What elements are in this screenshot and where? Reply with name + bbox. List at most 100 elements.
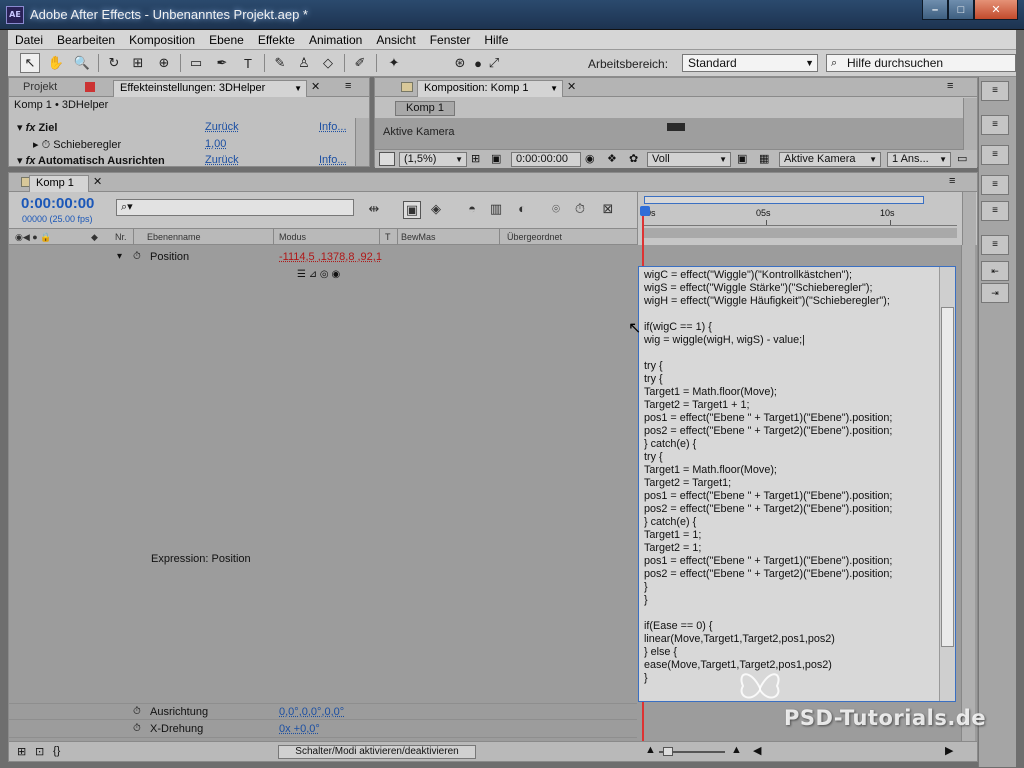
scroll-thumb[interactable]: [941, 307, 954, 647]
playhead-icon[interactable]: [640, 206, 650, 216]
tab-project[interactable]: Projekt: [17, 80, 63, 97]
menu-ebene[interactable]: Ebene: [202, 33, 251, 47]
transparency-grid-icon[interactable]: ▦: [759, 152, 769, 165]
current-time-display[interactable]: 0:00:00:00: [21, 195, 94, 212]
stopwatch-icon[interactable]: ⏱: [133, 251, 141, 262]
region-of-interest-icon[interactable]: ▣: [737, 152, 747, 165]
col-parent[interactable]: Übergeordnet: [507, 232, 562, 242]
comp-scrollbar[interactable]: [963, 98, 977, 150]
av-features-icon[interactable]: ◉◀ ● 🔒: [15, 232, 51, 243]
draft-3d-icon[interactable]: ◈: [427, 201, 445, 219]
expression-line[interactable]: try {: [644, 451, 936, 464]
mask-visibility-icon[interactable]: ▣: [491, 152, 507, 166]
label-icon[interactable]: ◆: [91, 232, 98, 243]
reset-link[interactable]: Zurück: [205, 154, 239, 166]
expression-line[interactable]: } else {: [644, 646, 936, 659]
zoom-in-icon[interactable]: ▲: [731, 744, 742, 756]
maximize-button[interactable]: □: [948, 0, 974, 20]
expression-line[interactable]: ease(Move,Target1,Target2,pos1,pos2): [644, 659, 936, 672]
timeline-scrollbar[interactable]: [961, 245, 975, 741]
view-layout-select[interactable]: 1 Ans... ▼: [887, 152, 951, 167]
menu-hilfe[interactable]: Hilfe: [477, 33, 515, 47]
pen-tool-icon[interactable]: ✒: [212, 53, 232, 73]
expression-line[interactable]: pos2 = effect("Ebene " + Target2)("Ebene…: [644, 503, 936, 516]
effects-presets-icon[interactable]: ≡: [981, 175, 1009, 195]
x-rotation-value[interactable]: 0x +0,0°: [279, 723, 320, 735]
panel-menu-icon[interactable]: ≡: [947, 80, 953, 92]
expression-line[interactable]: linear(Move,Target1,Target2,pos1,pos2): [644, 633, 936, 646]
menu-animation[interactable]: Animation: [302, 33, 369, 47]
motion-blur-icon[interactable]: ◐: [513, 201, 531, 219]
snapshot-icon[interactable]: ◉: [585, 152, 595, 165]
tab-timeline-comp[interactable]: Komp 1: [29, 175, 89, 192]
preview-panel-icon[interactable]: ≡: [981, 145, 1009, 165]
toggle-pixel-aspect-icon[interactable]: ▭: [957, 152, 967, 165]
expression-text[interactable]: wigC = effect("Wiggle")("Kontrollkästche…: [644, 269, 936, 685]
ruler-ticks[interactable]: 0s 05s 10s: [642, 206, 957, 226]
expression-line[interactable]: wigC = effect("Wiggle")("Kontrollkästche…: [644, 269, 936, 282]
expression-line[interactable]: wigH = effect("Wiggle Häufigkeit")("Schi…: [644, 295, 936, 308]
text-tool-icon[interactable]: T: [238, 53, 258, 73]
expression-line[interactable]: }: [644, 594, 936, 607]
expand-in-out-icon[interactable]: {}: [53, 745, 60, 757]
clone-stamp-tool-icon[interactable]: ♙: [294, 53, 314, 73]
roto-brush-tool-icon[interactable]: ✐: [350, 53, 370, 73]
paragraph-panel-icon[interactable]: ≡: [981, 235, 1009, 255]
position-value[interactable]: -1114,5 ,1378,8 ,92,1: [279, 251, 382, 263]
expression-pickwhip-icon[interactable]: ◎: [320, 269, 329, 280]
scroll-right-icon[interactable]: ▶: [945, 744, 953, 757]
menu-ansicht[interactable]: Ansicht: [369, 33, 422, 47]
info-link[interactable]: Info...: [319, 121, 347, 133]
expression-line[interactable]: Target2 = 1;: [644, 542, 936, 555]
col-nr[interactable]: Nr.: [115, 232, 127, 242]
puppet-pin-tool-icon[interactable]: ✦: [384, 53, 404, 73]
expression-line[interactable]: [644, 308, 936, 321]
brush-tool-icon[interactable]: ✎: [270, 53, 290, 73]
expression-line[interactable]: pos1 = effect("Ebene " + Target1)("Ebene…: [644, 412, 936, 425]
expression-line[interactable]: Target1 = Math.floor(Move);: [644, 464, 936, 477]
audio-panel-icon[interactable]: ≡: [981, 115, 1009, 135]
time-navigator[interactable]: [644, 196, 924, 204]
expression-line[interactable]: Target1 = Math.floor(Move);: [644, 386, 936, 399]
expression-line[interactable]: wigS = effect("Wiggle Stärke")("Schieber…: [644, 282, 936, 295]
always-preview-icon[interactable]: [379, 152, 395, 166]
comp-mini-flowchart-icon[interactable]: ⇹: [365, 201, 383, 219]
workspace-select[interactable]: Standard ▼: [682, 54, 818, 72]
ruler-scrollbar[interactable]: [962, 192, 976, 245]
hand-tool-icon[interactable]: ✋: [46, 53, 66, 73]
expression-line[interactable]: pos2 = effect("Ebene " + Target2)("Ebene…: [644, 568, 936, 581]
expression-line[interactable]: if(wigC == 1) {: [644, 321, 936, 334]
orientation-row[interactable]: ⏱ Ausrichtung 0,0°,0,0°,0,0°: [9, 703, 637, 720]
timeline-search-input[interactable]: ⌕▾: [116, 199, 354, 216]
reset-link[interactable]: Zurück: [205, 121, 239, 133]
work-area-bar[interactable]: [642, 228, 957, 238]
expression-line[interactable]: }: [644, 581, 936, 594]
zoom-slider-thumb[interactable]: [663, 747, 673, 756]
eraser-tool-icon[interactable]: ◇: [318, 53, 338, 73]
selection-tool-icon[interactable]: ↖: [20, 53, 40, 73]
expression-language-menu-icon[interactable]: ◉: [331, 269, 340, 280]
tab-composition[interactable]: Komposition: Komp 1 ▼: [417, 80, 563, 97]
camera-select[interactable]: Aktive Kamera ▼: [779, 152, 881, 167]
expression-line[interactable]: pos1 = effect("Ebene " + Target1)("Ebene…: [644, 555, 936, 568]
expression-line[interactable]: if(Ease == 0) {: [644, 620, 936, 633]
info-panel-icon[interactable]: ≡: [981, 81, 1009, 101]
close-button[interactable]: ✕: [974, 0, 1018, 20]
twirl-down-icon[interactable]: ▾: [117, 251, 122, 262]
help-search-input[interactable]: ⌕ Hilfe durchsuchen: [826, 54, 1016, 72]
expression-line[interactable]: try {: [644, 373, 936, 386]
rotate-tool-icon[interactable]: ↻: [104, 53, 124, 73]
rectangle-tool-icon[interactable]: ▭: [186, 53, 206, 73]
effect-scrollbar[interactable]: [355, 118, 369, 166]
expression-graph-icon[interactable]: ⊿: [309, 269, 317, 280]
view-axis-icon[interactable]: ⤢: [484, 53, 504, 73]
col-trkmat[interactable]: BewMas: [401, 232, 436, 242]
col-t[interactable]: T: [385, 232, 391, 242]
close-icon[interactable]: ✕: [311, 80, 320, 93]
expression-line[interactable]: Target2 = Target1 + 1;: [644, 399, 936, 412]
indent-left-icon[interactable]: ⇤: [981, 261, 1009, 281]
expression-editor[interactable]: wigC = effect("Wiggle")("Kontrollkästche…: [638, 266, 956, 702]
col-mode[interactable]: Modus: [279, 232, 306, 242]
zoom-out-icon[interactable]: ▲: [645, 744, 656, 756]
expression-line[interactable]: } catch(e) {: [644, 438, 936, 451]
